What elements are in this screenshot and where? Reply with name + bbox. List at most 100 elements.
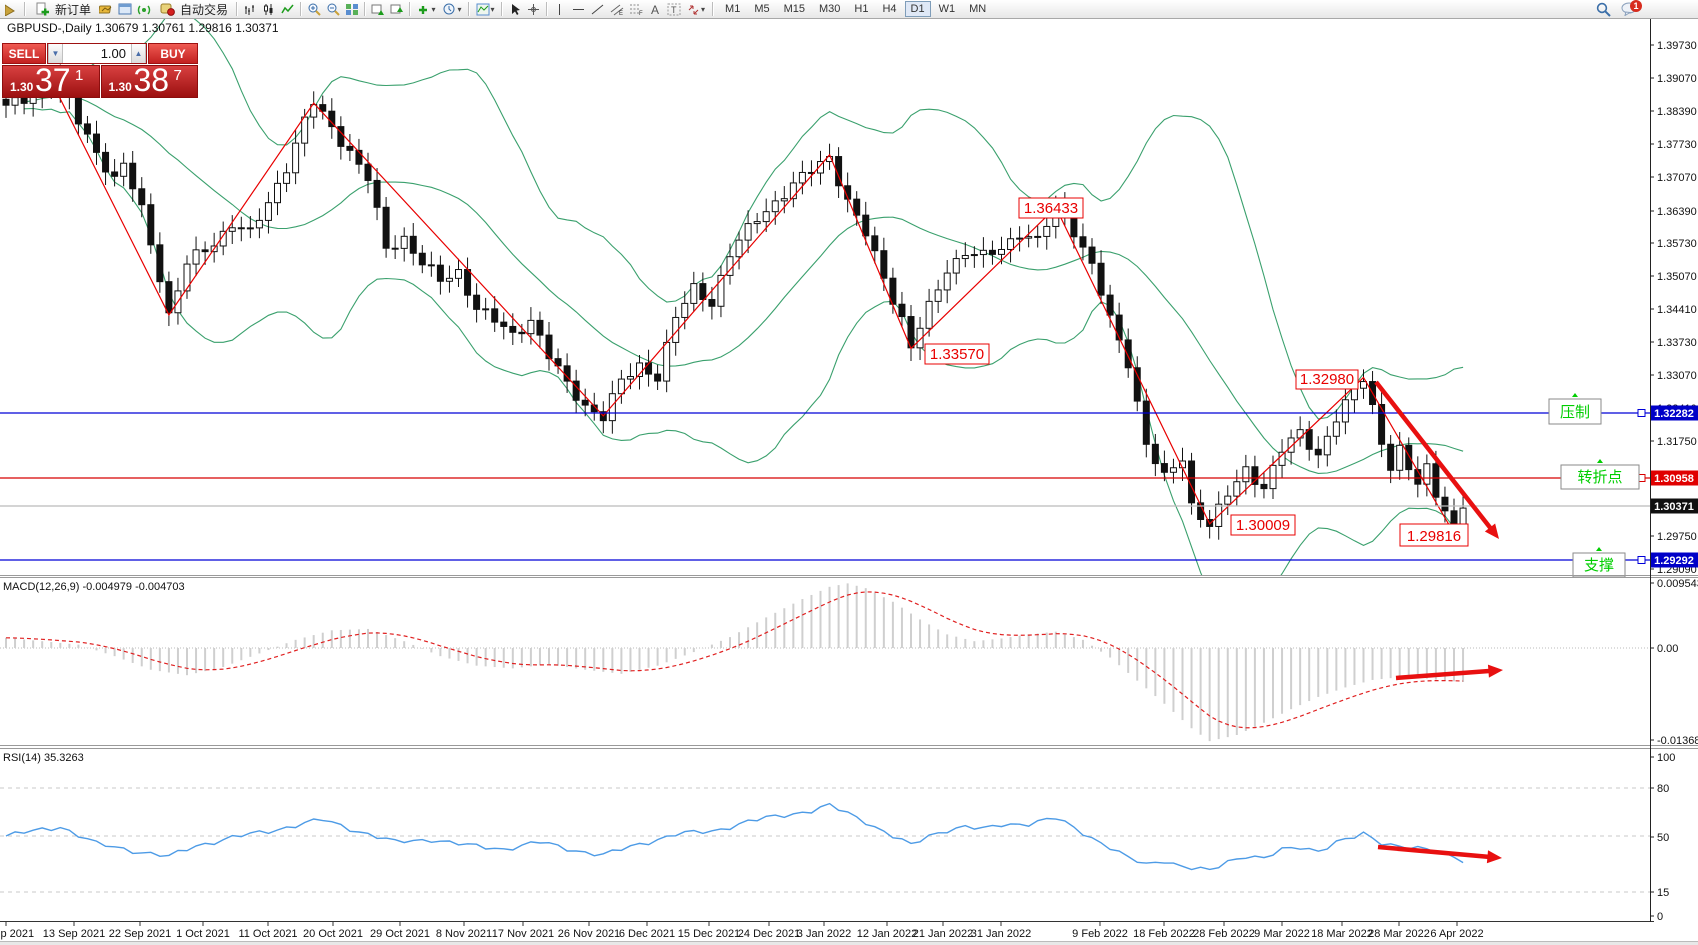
resistance-line-label: 压制 bbox=[1560, 404, 1590, 421]
candle-down bbox=[1451, 511, 1457, 526]
price-axis-label: 1.38390 bbox=[1657, 106, 1697, 118]
price-axis-label: 1.34410 bbox=[1657, 304, 1697, 316]
candle-down bbox=[465, 270, 471, 296]
swing-label-text: 1.33570 bbox=[930, 346, 984, 363]
candle-down bbox=[872, 236, 878, 251]
candle-up bbox=[682, 303, 688, 317]
price-axis-label: 1.37070 bbox=[1657, 172, 1697, 184]
turning-point-line-price-badge-text: 1.30958 bbox=[1654, 473, 1694, 485]
macd-axis-label: 0.00 bbox=[1657, 643, 1678, 655]
trade-quotes-row: 1.30 37 1 1.30 38 7 bbox=[2, 65, 198, 98]
candle-up bbox=[999, 249, 1005, 254]
candle-down bbox=[1315, 449, 1321, 455]
current-price-line-price-badge-text: 1.30371 bbox=[1654, 501, 1694, 513]
candle-up bbox=[456, 270, 462, 279]
candle-up bbox=[121, 163, 127, 176]
date-label: 20 Oct 2021 bbox=[303, 928, 363, 940]
date-label: 6 Dec 2021 bbox=[619, 928, 675, 940]
candle-up bbox=[736, 240, 742, 257]
rsi-axis-label: 15 bbox=[1657, 887, 1669, 899]
date-label: 13 Sep 2021 bbox=[43, 928, 105, 940]
candle-up bbox=[971, 255, 977, 256]
date-label: 18 Mar 2022 bbox=[1311, 928, 1373, 940]
date-label: 22 Sep 2021 bbox=[109, 928, 171, 940]
candle-down bbox=[383, 207, 389, 248]
date-label: 24 Dec 2021 bbox=[738, 928, 800, 940]
volume-input[interactable]: 1.00 bbox=[63, 44, 131, 63]
date-label: 15 Dec 2021 bbox=[678, 928, 740, 940]
candle-down bbox=[392, 248, 398, 249]
candle-up bbox=[284, 173, 290, 184]
candle-down bbox=[130, 163, 136, 189]
candle-up bbox=[1424, 464, 1430, 484]
turning-point-line-label: 转折点 bbox=[1577, 469, 1622, 486]
candle-down bbox=[75, 96, 81, 124]
date-label: 9 Feb 2022 bbox=[1072, 928, 1128, 940]
support-line-handle[interactable] bbox=[1638, 557, 1645, 564]
candle-down bbox=[3, 99, 9, 105]
buy-price-prefix: 1.30 bbox=[109, 80, 132, 94]
candle-up bbox=[935, 290, 941, 301]
candle-up bbox=[1460, 508, 1466, 526]
candle-down bbox=[148, 205, 154, 245]
volume-increase-button[interactable]: ▲ bbox=[131, 44, 146, 63]
candle-up bbox=[1297, 430, 1303, 438]
buy-price-big: 38 bbox=[134, 65, 170, 98]
date-label: 21 Jan 2022 bbox=[913, 928, 974, 940]
rsi-axis-label: 80 bbox=[1657, 783, 1669, 795]
candle-up bbox=[754, 222, 760, 224]
candle-down bbox=[1406, 445, 1412, 469]
candle-down bbox=[492, 309, 498, 322]
date-label: 8 Nov 2021 bbox=[436, 928, 492, 940]
price-axis-label: 1.31750 bbox=[1657, 436, 1697, 448]
candle-down bbox=[1152, 444, 1158, 463]
candle-down bbox=[437, 265, 443, 281]
candle-up bbox=[944, 273, 950, 290]
resistance-line-handle[interactable] bbox=[1638, 410, 1645, 417]
date-label: 12 Jan 2022 bbox=[857, 928, 918, 940]
buy-price-tile[interactable]: 1.30 38 7 bbox=[101, 65, 199, 98]
chart-ohlc-header: GBPUSD-,Daily 1.30679 1.30761 1.29816 1.… bbox=[7, 21, 279, 35]
buy-price-sup: 7 bbox=[174, 67, 182, 84]
price-axis-label: 1.35070 bbox=[1657, 271, 1697, 283]
candle-up bbox=[1333, 422, 1339, 436]
price-axis-label: 1.35730 bbox=[1657, 238, 1697, 250]
candle-down bbox=[537, 320, 543, 335]
candle-up bbox=[302, 117, 308, 143]
candle-down bbox=[1252, 467, 1258, 485]
candle-down bbox=[1071, 217, 1077, 236]
chart-canvas: 压制转折点支撑1.364331.335701.329801.300091.298… bbox=[0, 0, 1698, 945]
candle-up bbox=[691, 284, 697, 304]
sell-price-tile[interactable]: 1.30 37 1 bbox=[2, 65, 100, 98]
swing-label-text: 1.36433 bbox=[1024, 200, 1078, 217]
date-label: 6 Apr 2022 bbox=[1430, 928, 1483, 940]
candle-down bbox=[881, 251, 887, 279]
rsi-axis-label: 50 bbox=[1657, 832, 1669, 844]
candle-up bbox=[1225, 496, 1231, 504]
candle-down bbox=[989, 250, 995, 254]
date-label: 26 Nov 2021 bbox=[558, 928, 620, 940]
candle-up bbox=[772, 201, 778, 212]
candle-up bbox=[1035, 236, 1041, 237]
candle-up bbox=[401, 236, 407, 248]
volume-stepper: ▼ 1.00 ▲ bbox=[47, 43, 147, 64]
buy-button[interactable]: BUY bbox=[148, 43, 198, 64]
candle-up bbox=[618, 379, 624, 394]
candle-up bbox=[962, 255, 968, 258]
price-axis-label: 1.33070 bbox=[1657, 370, 1697, 382]
rsi-indicator-header: RSI(14) 35.3263 bbox=[3, 752, 84, 764]
mt4-window: 新订单 自动交易 ▾ ▾ ▾ E F A T ▾ bbox=[0, 0, 1698, 945]
candle-down bbox=[238, 228, 244, 229]
volume-decrease-button[interactable]: ▼ bbox=[48, 44, 63, 63]
date-label: 3 Jan 2022 bbox=[797, 928, 851, 940]
candle-down bbox=[428, 265, 434, 266]
support-line-price-badge-text: 1.29292 bbox=[1654, 555, 1694, 567]
candle-down bbox=[202, 250, 208, 252]
candle-down bbox=[347, 146, 353, 150]
candle-down bbox=[112, 172, 118, 176]
candle-up bbox=[446, 278, 452, 281]
sell-button[interactable]: SELL bbox=[2, 43, 46, 64]
candle-down bbox=[899, 304, 905, 316]
trade-controls-row: SELL ▼ 1.00 ▲ BUY bbox=[2, 43, 198, 64]
candle-down bbox=[157, 245, 163, 282]
